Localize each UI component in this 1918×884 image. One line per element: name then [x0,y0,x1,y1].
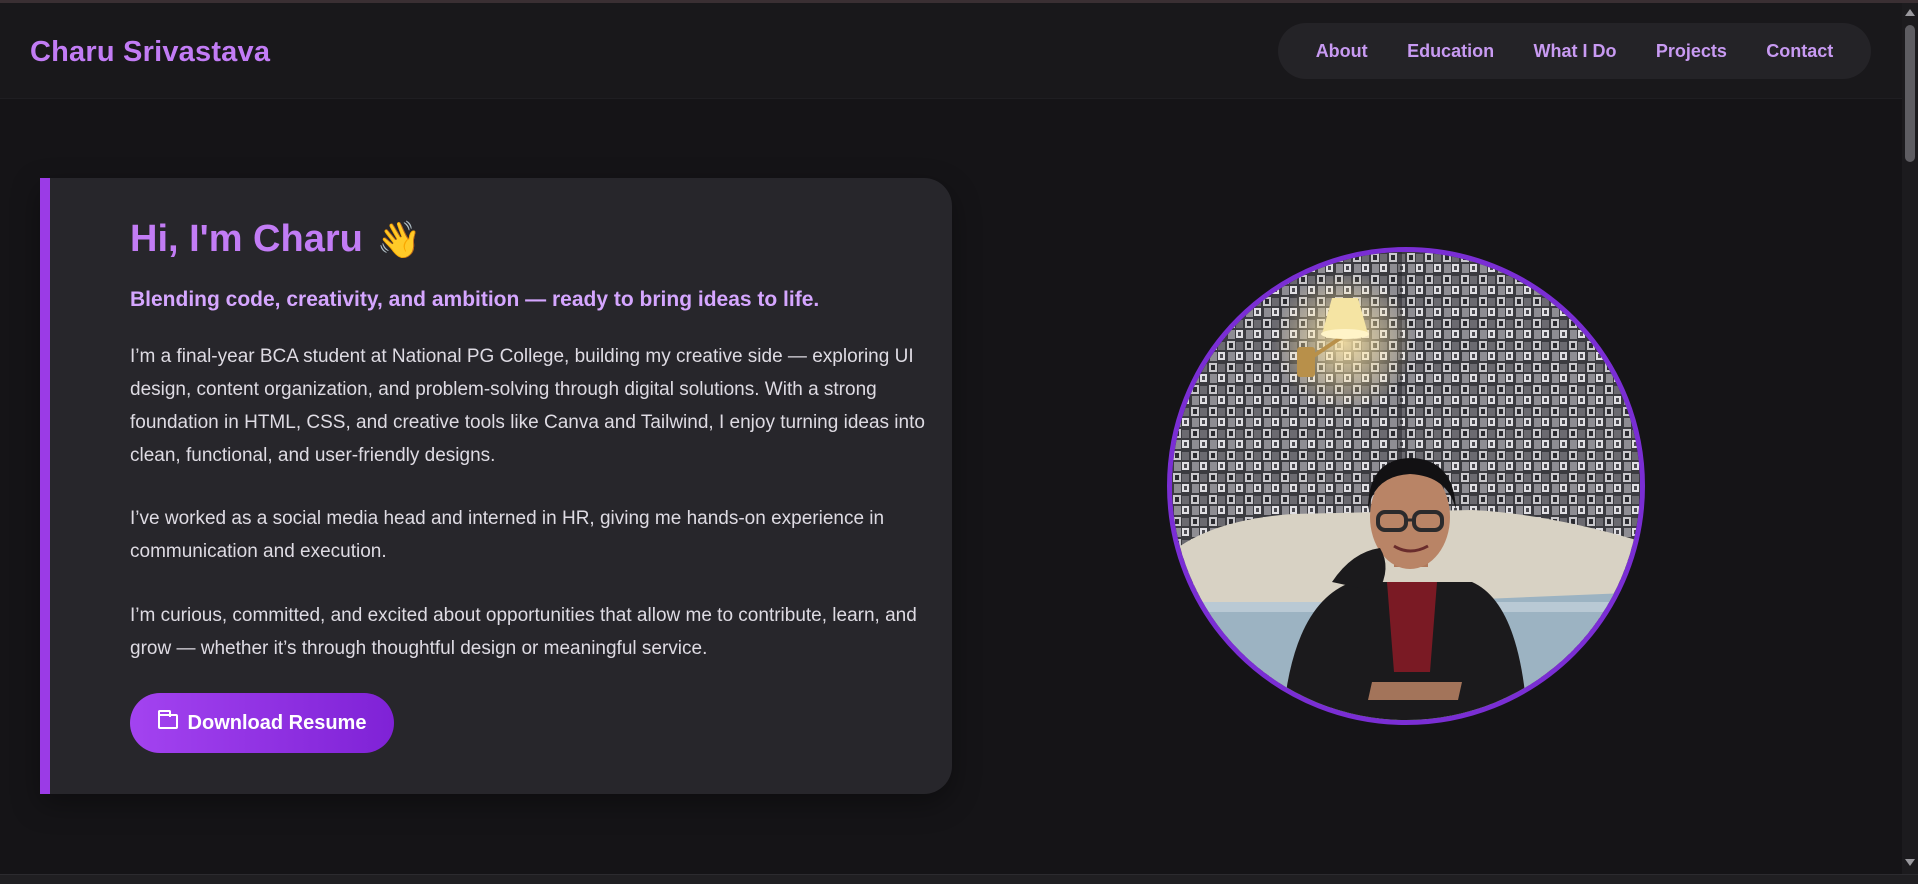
nav-link-what-i-do[interactable]: What I Do [1525,35,1624,68]
folder-icon [157,709,178,729]
experience-paragraph: I’ve worked as a social media head and i… [130,508,885,562]
scroll-up-arrow-icon[interactable] [1905,9,1915,16]
waving-hand-icon: 👋 [376,218,422,260]
scrollbar-thumb[interactable] [1905,25,1915,162]
greeting-text: Hi, I'm Charu [130,218,363,260]
greeting-heading: Hi, I'm Charu 👋 [130,218,422,261]
profile-photo-illustration [1172,252,1640,720]
download-resume-button[interactable]: Download Resume [130,693,394,753]
download-resume-label: Download Resume [187,711,367,734]
nav-link-contact[interactable]: Contact [1758,35,1841,68]
site-brand[interactable]: Charu Srivastava [30,36,270,69]
scroll-down-arrow-icon[interactable] [1905,859,1915,866]
intro-card: Hi, I'm Charu 👋 Blending code, creativit… [40,178,952,794]
goals-paragraph: I’m curious, committed, and excited abou… [130,605,917,659]
nav-link-about[interactable]: About [1308,35,1376,68]
nav-link-education[interactable]: Education [1399,35,1502,68]
vertical-scrollbar[interactable] [1902,3,1918,874]
tagline: Blending code, creativity, and ambition … [130,288,820,311]
bottom-window-edge [0,874,1918,884]
main-nav: About Education What I Do Projects Conta… [1278,23,1871,79]
nav-link-projects[interactable]: Projects [1648,35,1735,68]
site-header: Charu Srivastava About Education What I … [0,3,1902,99]
intro-paragraph: I’m a final-year BCA student at National… [130,346,925,466]
profile-photo [1167,247,1645,725]
